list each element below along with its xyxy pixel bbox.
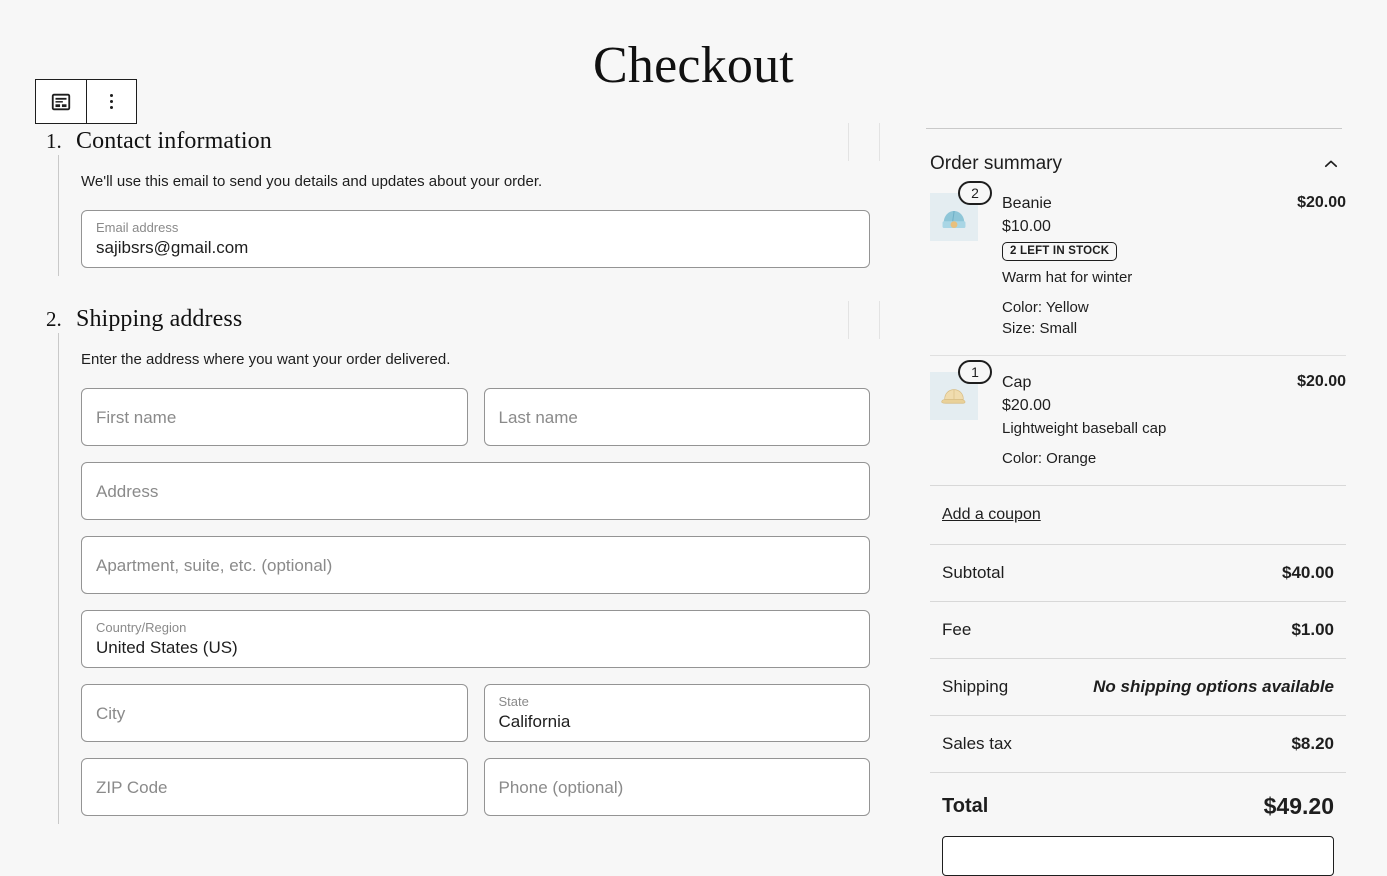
zip-code-placeholder: ZIP Code — [96, 777, 168, 797]
item-variant: Color: Orange — [1002, 450, 1097, 467]
vertical-dots-icon — [110, 94, 113, 109]
item-name: Beanie — [1002, 195, 1052, 212]
block-resize-handles — [848, 300, 880, 339]
fee-value: $1.00 — [1291, 620, 1334, 639]
order-summary-panel: Order summary 2 Beanie $10.00 2 LEFT IN … — [918, 128, 1358, 876]
city-field[interactable]: City — [81, 684, 468, 742]
name-row: First name Last name — [81, 388, 870, 446]
last-name-placeholder: Last name — [498, 407, 578, 427]
shipping-label: Shipping — [942, 677, 1009, 696]
item-unit-price: $20.00 — [1002, 397, 1051, 414]
order-summary-title: Order summary — [930, 153, 1062, 174]
step-title: Contact information — [76, 128, 272, 154]
item-description: Lightweight baseball cap — [1002, 420, 1167, 437]
subtotal-row: Subtotal $40.00 — [930, 545, 1346, 602]
city-state-row: City State California — [81, 684, 870, 742]
block-editor-toolbar[interactable] — [35, 79, 137, 124]
apartment-field[interactable]: Apartment, suite, etc. (optional) — [81, 536, 870, 594]
step-number: 1. — [46, 129, 62, 153]
step-number: 2. — [46, 307, 62, 331]
page-title: Checkout — [593, 37, 794, 94]
address-field[interactable]: Address — [81, 462, 870, 520]
chevron-up-icon — [1322, 160, 1340, 176]
block-resize-handles — [848, 122, 880, 161]
sales-tax-label: Sales tax — [942, 734, 1012, 753]
grand-total-value: $49.20 — [1263, 793, 1334, 819]
payment-section-box[interactable] — [942, 836, 1334, 876]
item-line-total: $20.00 — [1297, 194, 1346, 211]
form-block-button[interactable] — [36, 80, 86, 123]
step-heading: 1. Contact information — [46, 122, 880, 161]
step-body: Enter the address where you want your or… — [58, 333, 870, 824]
apartment-placeholder: Apartment, suite, etc. (optional) — [96, 555, 333, 575]
item-unit-price: $10.00 — [1002, 218, 1051, 235]
phone-field[interactable]: Phone (optional) — [483, 758, 870, 816]
email-field-label: Email address — [96, 220, 179, 235]
step-title: Shipping address — [76, 306, 243, 332]
step-body: We'll use this email to send you details… — [58, 155, 870, 276]
stock-status-badge: 2 LEFT IN STOCK — [1002, 242, 1118, 261]
subtotal-label: Subtotal — [942, 563, 1005, 582]
sales-tax-value: $8.20 — [1291, 734, 1334, 753]
step-contact-information: 1. Contact information We'll use this em… — [46, 122, 880, 276]
coupon-row[interactable]: Add a coupon — [930, 485, 1346, 545]
subtotal-value: $40.00 — [1282, 563, 1334, 582]
item-quantity-badge: 2 — [958, 181, 992, 205]
checkout-layout: 1. Contact information We'll use this em… — [0, 122, 1387, 876]
item-quantity-badge: 1 — [958, 360, 992, 384]
phone-placeholder: Phone (optional) — [498, 777, 624, 797]
email-field[interactable]: Email address sajibsrs@gmail.com — [81, 210, 870, 268]
shipping-value: No shipping options available — [1093, 677, 1334, 696]
add-coupon-link[interactable]: Add a coupon — [942, 506, 1041, 523]
country-region-label: Country/Region — [96, 620, 187, 635]
fee-row: Fee $1.00 — [930, 602, 1346, 659]
item-variant: Size: Small — [1002, 320, 1078, 337]
item-details: Beanie $10.00 2 LEFT IN STOCK Warm hat f… — [1002, 193, 1297, 339]
city-placeholder: City — [96, 703, 126, 723]
item-details: Cap $20.00 Lightweight baseball cap Colo… — [1002, 372, 1297, 469]
order-items-list: 2 Beanie $10.00 2 LEFT IN STOCK Warm hat… — [918, 181, 1358, 485]
more-options-button[interactable] — [86, 80, 136, 123]
country-region-value: United States (US) — [96, 638, 238, 657]
item-line-total: $20.00 — [1297, 373, 1346, 390]
sales-tax-row: Sales tax $8.20 — [930, 716, 1346, 773]
item-thumbnail-wrap: 1 — [930, 360, 1002, 469]
checkout-form-column: 1. Contact information We'll use this em… — [0, 122, 880, 824]
item-description: Warm hat for winter — [1002, 269, 1133, 286]
form-block-icon — [50, 91, 72, 113]
state-field[interactable]: State California — [483, 684, 870, 742]
zip-phone-row: ZIP Code Phone (optional) — [81, 758, 870, 816]
step-description: We'll use this email to send you details… — [81, 173, 543, 190]
fee-label: Fee — [942, 620, 972, 639]
shipping-row: Shipping No shipping options available — [930, 659, 1346, 716]
country-region-field[interactable]: Country/Region United States (US) — [81, 610, 870, 668]
order-summary-collapse-button[interactable] — [1316, 151, 1346, 177]
order-summary-header[interactable]: Order summary — [918, 129, 1358, 187]
state-label: State — [498, 694, 529, 709]
order-item: 2 Beanie $10.00 2 LEFT IN STOCK Warm hat… — [930, 181, 1346, 355]
step-shipping-address: 2. Shipping address Enter the address wh… — [46, 300, 880, 824]
order-item: 1 Cap $20.00 Lightweight baseball cap Co… — [930, 355, 1346, 485]
grand-total-row: Total $49.20 — [930, 773, 1346, 836]
state-value: California — [498, 712, 571, 731]
first-name-placeholder: First name — [96, 407, 177, 427]
first-name-field[interactable]: First name — [81, 388, 468, 446]
address-placeholder: Address — [96, 481, 159, 501]
step-heading: 2. Shipping address — [46, 300, 880, 339]
last-name-field[interactable]: Last name — [483, 388, 870, 446]
item-variant: Color: Yellow — [1002, 299, 1089, 316]
grand-total-label: Total — [942, 795, 989, 817]
zip-code-field[interactable]: ZIP Code — [81, 758, 468, 816]
email-field-value: sajibsrs@gmail.com — [96, 238, 249, 257]
step-description: Enter the address where you want your or… — [81, 351, 451, 368]
item-name: Cap — [1002, 374, 1032, 391]
item-thumbnail-wrap: 2 — [930, 181, 1002, 339]
